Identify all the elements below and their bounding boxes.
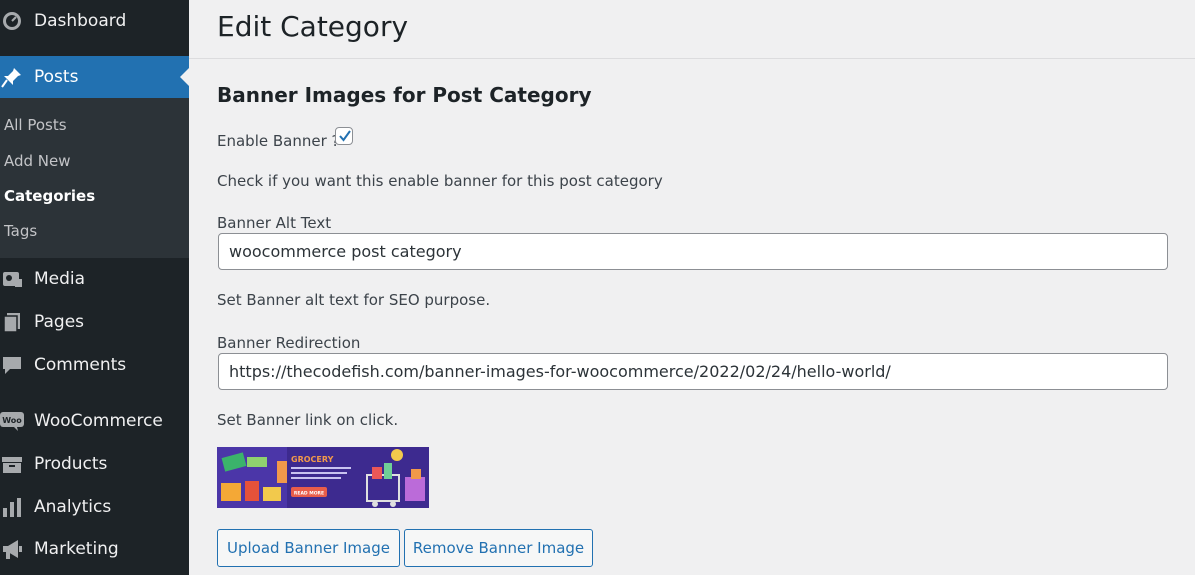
sidebar-item-pages[interactable]: Pages	[0, 301, 189, 343]
remove-banner-image-button[interactable]: Remove Banner Image	[404, 529, 593, 567]
sidebar-item-label: Analytics	[34, 497, 112, 517]
products-icon	[0, 452, 24, 476]
woocommerce-icon: Woo	[0, 409, 24, 433]
divider	[189, 58, 1195, 59]
enable-banner-label: Enable Banner ?	[217, 132, 340, 150]
sidebar-item-media[interactable]: Media	[0, 258, 189, 300]
sidebar-item-posts[interactable]: Posts	[0, 56, 189, 98]
sidebar-item-label: WooCommerce	[34, 411, 163, 431]
page-title: Edit Category	[217, 10, 409, 43]
submenu-item-categories[interactable]: Categories	[4, 187, 95, 205]
admin-sidebar: Dashboard Posts All Posts Add New Catego…	[0, 0, 189, 575]
pin-icon	[0, 65, 24, 89]
megaphone-icon	[0, 537, 24, 561]
sidebar-item-label: Dashboard	[34, 11, 127, 31]
upload-banner-image-button[interactable]: Upload Banner Image	[217, 529, 400, 567]
section-title: Banner Images for Post Category	[217, 83, 592, 107]
sidebar-item-label: Comments	[34, 355, 127, 375]
sidebar-item-label: Posts	[34, 67, 79, 87]
sidebar-item-marketing[interactable]: Marketing	[0, 528, 189, 570]
banner-image-preview: GROCERY READ MORE	[217, 447, 429, 508]
sidebar-item-analytics[interactable]: Analytics	[0, 486, 189, 528]
redirection-help: Set Banner link on click.	[217, 411, 399, 429]
alt-text-input[interactable]	[218, 233, 1168, 270]
banner-cta: READ MORE	[294, 491, 324, 497]
sidebar-item-comments[interactable]: Comments	[0, 344, 189, 386]
sidebar-item-label: Products	[34, 454, 108, 474]
redirection-url-input[interactable]	[218, 353, 1168, 390]
analytics-icon	[0, 495, 24, 519]
submenu-item-add-new[interactable]: Add New	[4, 152, 71, 170]
submenu-item-tags[interactable]: Tags	[4, 222, 37, 240]
sidebar-item-woocommerce[interactable]: Woo WooCommerce	[0, 400, 189, 442]
svg-text:Woo: Woo	[2, 416, 22, 425]
sidebar-item-label: Marketing	[34, 539, 119, 559]
banner-heading: GROCERY	[291, 455, 334, 464]
checkmark-icon	[339, 130, 351, 142]
sidebar-item-products[interactable]: Products	[0, 443, 189, 485]
alt-text-help: Set Banner alt text for SEO purpose.	[217, 291, 491, 309]
dashboard-icon	[0, 9, 24, 33]
pages-icon	[0, 310, 24, 334]
redirection-label: Banner Redirection	[217, 334, 361, 352]
active-arrow	[180, 68, 189, 86]
enable-banner-checkbox[interactable]	[335, 127, 353, 145]
enable-banner-help: Check if you want this enable banner for…	[217, 172, 663, 190]
alt-text-label: Banner Alt Text	[217, 214, 332, 232]
sidebar-item-label: Pages	[34, 312, 85, 332]
posts-submenu: All Posts Add New Categories Tags	[0, 98, 189, 258]
submenu-item-all-posts[interactable]: All Posts	[4, 116, 67, 134]
sidebar-item-label: Media	[34, 269, 86, 289]
media-icon	[0, 267, 24, 291]
comments-icon	[0, 353, 24, 377]
sidebar-item-dashboard[interactable]: Dashboard	[0, 0, 189, 42]
